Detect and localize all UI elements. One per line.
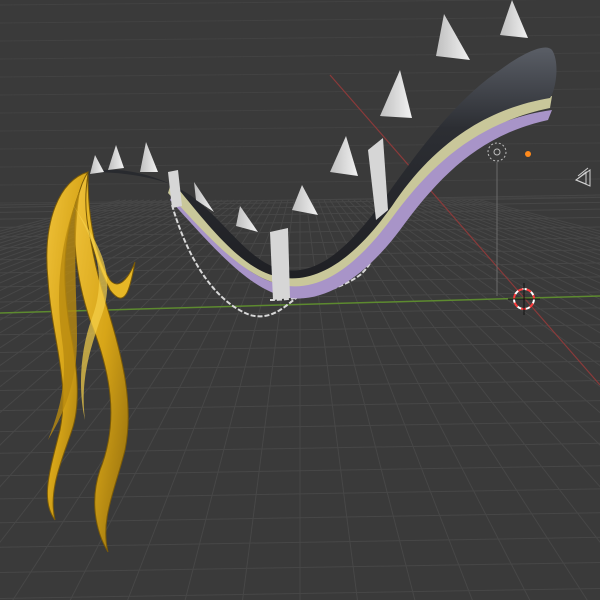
tail-band-3 — [368, 138, 388, 220]
grid-line — [449, 199, 600, 248]
grid-line — [0, 178, 600, 186]
grid-line — [365, 199, 600, 367]
tail-band-2 — [270, 228, 290, 300]
viewport-canvas[interactable] — [0, 0, 600, 600]
grid-line — [0, 160, 600, 168]
grid-line — [479, 199, 600, 232]
grid-line — [371, 199, 600, 349]
grid-line — [461, 199, 600, 241]
tail-tuft — [46, 171, 136, 553]
grid-line — [353, 199, 600, 414]
grid-line — [0, 199, 217, 321]
camera-icon[interactable] — [574, 167, 591, 187]
grid-line — [0, 142, 600, 150]
grid-line — [0, 52, 600, 60]
object-origin-dot — [525, 151, 531, 157]
grid-line — [347, 199, 600, 446]
3d-viewport[interactable] — [0, 0, 600, 600]
grid-line — [0, 0, 551, 6]
